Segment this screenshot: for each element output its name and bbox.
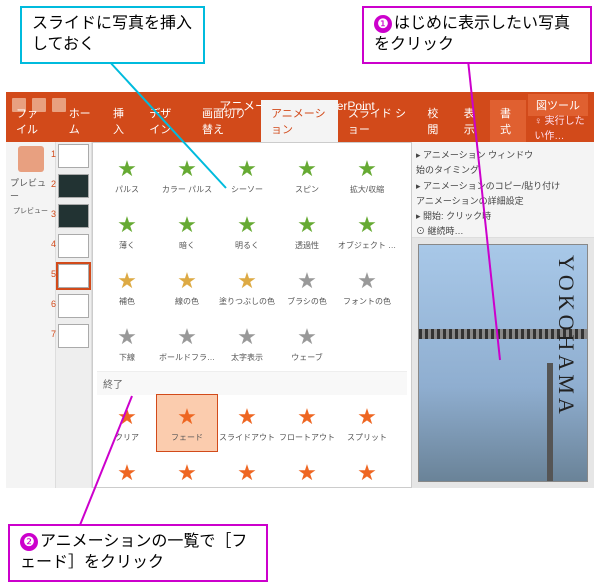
anim-スピン[interactable]: ★スピン xyxy=(277,147,337,203)
section-exit: 終了 xyxy=(97,371,407,395)
preview-button-label[interactable]: プレビュー xyxy=(13,206,48,216)
slide-thumb-4[interactable]: 4 xyxy=(58,234,89,258)
anim-明るく[interactable]: ★明るく xyxy=(217,203,277,259)
anim-スプリット[interactable]: ★スプリット xyxy=(337,395,397,451)
preview-group: プレビュー プレビュー xyxy=(6,142,56,488)
tab-format[interactable]: 書式 xyxy=(490,100,526,142)
anim-フォントの色[interactable]: ★フォントの色 xyxy=(337,259,397,315)
gallery-emphasis: ★パルス★カラー パルス★シーソー★スピン★拡大/収縮 ★薄く★暗く★明るく★透過… xyxy=(97,147,407,371)
anim-薄く[interactable]: ★薄く xyxy=(97,203,157,259)
anim-ボールドフラ…[interactable]: ★ボールドフラ… xyxy=(157,315,217,371)
slide-thumb-5[interactable]: 5 xyxy=(58,264,89,288)
tab-slideshow[interactable]: スライド ショー xyxy=(338,100,417,142)
slide-thumbnails: 1 2 3 4 5 6 7 xyxy=(56,142,92,488)
anim-シーソー[interactable]: ★シーソー xyxy=(217,147,277,203)
tab-design[interactable]: デザイン xyxy=(139,100,192,142)
anim-拡大/収縮[interactable]: ★拡大/収縮 xyxy=(337,147,397,203)
preview-label: プレビュー xyxy=(10,176,51,202)
anim-塗りつぶしの色[interactable]: ★塗りつぶしの色 xyxy=(217,259,277,315)
animation-gallery[interactable]: ★パルス★カラー パルス★シーソー★スピン★拡大/収縮 ★薄く★暗く★明るく★透過… xyxy=(92,142,412,488)
callout-step-1: ❶はじめに表示したい写真をクリック xyxy=(362,6,592,64)
badge-1: ❶ xyxy=(374,15,392,33)
ribbon-panel: プレビュー プレビュー 1 2 3 4 5 6 7 ★パルス★カラー パルス★シ… xyxy=(6,142,594,488)
anim-スライドアウト[interactable]: ★スライドアウト xyxy=(217,395,277,451)
anim-線の色[interactable]: ★線の色 xyxy=(157,259,217,315)
opt-timing: 始のタイミング xyxy=(416,163,590,178)
slide-thumb-2[interactable]: 2 xyxy=(58,174,89,198)
gallery-exit: ★クリア★フェード★スライドアウト★フロートアウト★スプリット ★ワイプ★図形★ホ… xyxy=(97,395,407,488)
inserted-photo[interactable]: YOKOHAMA xyxy=(418,244,588,482)
anim-ランダムスト…[interactable]: ★ランダムスト… xyxy=(277,451,337,488)
anim-カラー パルス[interactable]: ★カラー パルス xyxy=(157,147,217,203)
slide-canvas[interactable]: YOKOHAMA xyxy=(412,238,594,488)
opt-anim-pane[interactable]: ▸ アニメーション ウィンドウ xyxy=(416,148,590,163)
tab-review[interactable]: 校閲 xyxy=(417,100,453,142)
anim-ブラシの色[interactable]: ★ブラシの色 xyxy=(277,259,337,315)
callout-step-1-text: はじめに表示したい写真をクリック xyxy=(374,15,570,53)
slide-thumb-6[interactable]: 6 xyxy=(58,294,89,318)
anim-ウェーブ[interactable]: ★ウェーブ xyxy=(277,315,337,371)
anim-クリア[interactable]: ★クリア xyxy=(97,395,157,451)
tab-animations[interactable]: アニメーション xyxy=(261,100,338,142)
anim-太字表示[interactable]: ★太字表示 xyxy=(217,315,277,371)
anim-下線[interactable]: ★下線 xyxy=(97,315,157,371)
tell-me[interactable]: ♀ 実行したい作… xyxy=(534,112,594,142)
opt-copy[interactable]: ▸ アニメーションのコピー/貼り付け xyxy=(416,179,590,194)
anim-暗く[interactable]: ★暗く xyxy=(157,203,217,259)
slide-thumb-1[interactable]: 1 xyxy=(58,144,89,168)
opt-start[interactable]: ▸ 開始: クリック時 xyxy=(416,209,590,224)
anim-ホイール[interactable]: ★ホイール xyxy=(217,451,277,488)
callout-step-2-text: アニメーションの一覧で［フェード］をクリック xyxy=(20,533,247,571)
slide-title-text: YOKOHAMA xyxy=(553,255,579,418)
anim-ワイプ[interactable]: ★ワイプ xyxy=(97,451,157,488)
tab-transitions[interactable]: 画面切り替え xyxy=(192,100,261,142)
slide-thumb-3[interactable]: 3 xyxy=(58,204,89,228)
callout-insert-photo: スライドに写真を挿入しておく xyxy=(20,6,205,64)
anim-透過性[interactable]: ★透過性 xyxy=(277,203,337,259)
animation-options: ▸ アニメーション ウィンドウ 始のタイミング ▸ アニメーションのコピー/貼り… xyxy=(412,142,594,238)
tab-insert[interactable]: 挿入 xyxy=(103,100,139,142)
anim-パルス[interactable]: ★パルス xyxy=(97,147,157,203)
opt-detail: アニメーションの詳細設定 xyxy=(416,194,590,209)
preview-icon[interactable] xyxy=(18,146,44,172)
anim-オブジェクト …[interactable]: ★オブジェクト … xyxy=(337,203,397,259)
anim-補色[interactable]: ★補色 xyxy=(97,259,157,315)
slide-thumb-7[interactable]: 7 xyxy=(58,324,89,348)
tab-file[interactable]: ファイル xyxy=(6,100,59,142)
anim-図形[interactable]: ★図形 xyxy=(157,451,217,488)
right-pane: ▸ アニメーション ウィンドウ 始のタイミング ▸ アニメーションのコピー/貼り… xyxy=(412,142,594,488)
ribbon-tabs: ファイル ホーム 挿入 デザイン 画面切り替え アニメーション スライド ショー… xyxy=(6,118,594,142)
powerpoint-window: アニメーション - PowerPoint 図ツール ファイル ホーム 挿入 デザ… xyxy=(6,92,594,488)
anim-縮小および…[interactable]: ★縮小および… xyxy=(337,451,397,488)
badge-2: ❷ xyxy=(20,533,38,551)
tab-view[interactable]: 表示 xyxy=(454,100,490,142)
anim-フェード[interactable]: ★フェード xyxy=(157,395,217,451)
tab-home[interactable]: ホーム xyxy=(59,100,103,142)
anim-フロートアウト[interactable]: ★フロートアウト xyxy=(277,395,337,451)
callout-step-2: ❷アニメーションの一覧で［フェード］をクリック xyxy=(8,524,268,582)
